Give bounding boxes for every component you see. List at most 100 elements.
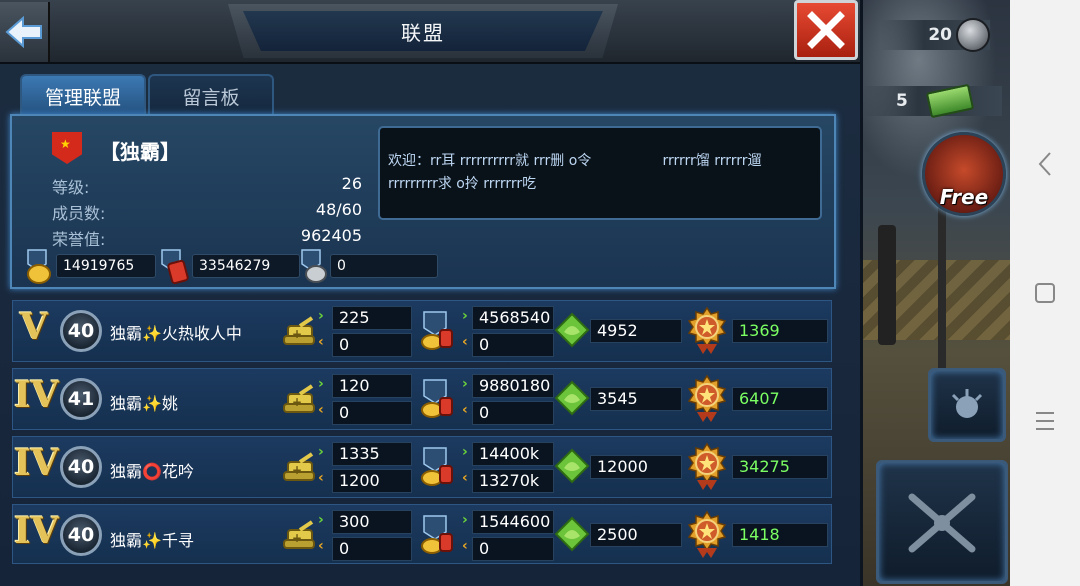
back-button[interactable] xyxy=(0,2,50,62)
tab-message-board[interactable]: 留言板 xyxy=(148,74,274,116)
resource-out-value: 0 xyxy=(472,401,554,425)
member-name: 独霸✨火热收人中 xyxy=(110,324,242,343)
rank-badge: IV xyxy=(14,442,59,484)
star-medal-icon xyxy=(684,442,730,492)
tab-label: 留言板 xyxy=(182,86,240,109)
svg-text:+: + xyxy=(292,463,302,477)
level-badge: 40 xyxy=(60,310,102,352)
member-name: 独霸⭕花吟 xyxy=(110,462,194,481)
stat-label-members: 成员数: xyxy=(52,204,106,223)
star-medal-icon xyxy=(684,510,730,560)
star-medal-icon xyxy=(684,374,730,424)
cash-icon xyxy=(925,83,975,119)
resource-out-value: 0 xyxy=(472,333,554,357)
cash-count: 5 xyxy=(896,91,908,111)
nav-menu-button[interactable] xyxy=(1010,410,1080,432)
arrow-left-icon xyxy=(5,16,42,48)
battle-button[interactable] xyxy=(876,460,1008,584)
silver-coin-icon xyxy=(301,249,327,283)
tank-donate-icon: + xyxy=(282,516,316,552)
tab-label: 管理联盟 xyxy=(44,86,121,109)
incoming-arrow-icon: › xyxy=(462,308,468,324)
donate-out-value: 0 xyxy=(332,537,412,561)
rank-badge: IV xyxy=(14,374,59,416)
tank-donate-icon: + xyxy=(282,312,316,348)
level-badge: 40 xyxy=(60,446,102,488)
incoming-arrow-icon: › xyxy=(318,444,324,460)
coin-counter: 20 xyxy=(880,18,990,52)
medal-value: 34275 xyxy=(732,455,828,479)
outgoing-arrow-icon: ‹ xyxy=(318,470,324,486)
outgoing-arrow-icon: ‹ xyxy=(318,334,324,350)
resource-in-value: 1544600 xyxy=(472,510,554,534)
resource-in-value: 4568540 xyxy=(472,306,554,330)
incoming-arrow-icon: › xyxy=(462,444,468,460)
donate-in-value: 1335 xyxy=(332,442,412,466)
crossed-rifles-icon xyxy=(908,493,976,553)
system-nav-bar xyxy=(1010,0,1080,586)
outgoing-arrow-icon: ‹ xyxy=(462,334,468,350)
welcome-message[interactable]: 欢迎：rr耳 rrrrrrrrrr就 rrr删 o令 rrrrrr馏 rrrrr… xyxy=(378,126,822,220)
outgoing-arrow-icon: ‹ xyxy=(318,402,324,418)
donate-in-value: 225 xyxy=(332,306,412,330)
stat-value-honor: 962405 xyxy=(300,226,362,245)
resource-fuel: 33546279 xyxy=(192,254,300,278)
resource-gold: 14919765 xyxy=(56,254,156,278)
resource-donate-icon xyxy=(418,378,460,418)
resource-out-value: 0 xyxy=(472,537,554,561)
silver-coin-icon xyxy=(956,18,990,52)
resource-gold-value: 14919765 xyxy=(63,258,135,274)
incoming-arrow-icon: › xyxy=(318,308,324,324)
outgoing-arrow-icon: ‹ xyxy=(462,538,468,554)
nav-back-button[interactable] xyxy=(1010,150,1080,178)
incoming-arrow-icon: › xyxy=(462,512,468,528)
laurel-wreath-icon xyxy=(554,380,590,416)
svg-text:+: + xyxy=(292,395,302,409)
member-name: 独霸✨姚 xyxy=(110,394,178,413)
donate-out-value: 1200 xyxy=(332,469,412,493)
close-button[interactable] xyxy=(794,0,858,60)
laurel-wreath-icon xyxy=(554,448,590,484)
incoming-arrow-icon: › xyxy=(318,512,324,528)
nav-home-button[interactable] xyxy=(1010,281,1080,305)
resource-in-value: 9880180 xyxy=(472,374,554,398)
tab-manage-alliance[interactable]: 管理联盟 xyxy=(20,74,146,116)
tank-donate-icon: + xyxy=(282,448,316,484)
wreath-value: 3545 xyxy=(590,387,682,411)
fuel-barrel-icon xyxy=(161,249,189,284)
donate-in-value: 120 xyxy=(332,374,412,398)
page-title: 联盟 xyxy=(401,20,445,45)
level-badge: 41 xyxy=(60,378,102,420)
incoming-arrow-icon: › xyxy=(462,376,468,392)
nav-menu-icon xyxy=(1036,412,1054,430)
resource-donate-icon xyxy=(418,446,460,486)
outgoing-arrow-icon: ‹ xyxy=(462,402,468,418)
flag-star-icon: ★ xyxy=(60,137,71,151)
star-medal-icon xyxy=(684,306,730,356)
outgoing-arrow-icon: ‹ xyxy=(462,470,468,486)
stat-label-level: 等级: xyxy=(52,178,90,197)
member-name: 独霸✨千寻 xyxy=(110,531,194,550)
donate-in-value: 300 xyxy=(332,510,412,534)
cash-counter: 5 xyxy=(862,83,1002,119)
stat-value-level: 26 xyxy=(341,174,362,193)
wreath-value: 2500 xyxy=(590,523,682,547)
nav-back-icon xyxy=(1038,152,1051,176)
svg-text:+: + xyxy=(292,327,302,341)
guild-name: 【独霸】 xyxy=(100,140,180,164)
medal-value: 1369 xyxy=(732,319,828,343)
welcome-line-1: 欢迎：rr耳 rrrrrrrrrr就 rrr删 o令 rrrrrr馏 rrrrr… xyxy=(388,153,762,169)
free-gift-button[interactable]: Free xyxy=(922,132,1006,216)
resource-silver-value: 0 xyxy=(337,258,346,274)
medal-value: 6407 xyxy=(732,387,828,411)
svg-text:+: + xyxy=(292,531,302,545)
laurel-wreath-icon xyxy=(554,312,590,348)
laurel-wreath-icon xyxy=(554,516,590,552)
resource-out-value: 13270k xyxy=(472,469,554,493)
resource-donate-icon xyxy=(418,514,460,554)
title-plate: 联盟 xyxy=(228,4,618,58)
stat-label-honor: 荣誉值: xyxy=(52,230,106,249)
medal-value: 1418 xyxy=(732,523,828,547)
resource-silver: 0 xyxy=(330,254,438,278)
mine-button[interactable] xyxy=(928,368,1006,442)
